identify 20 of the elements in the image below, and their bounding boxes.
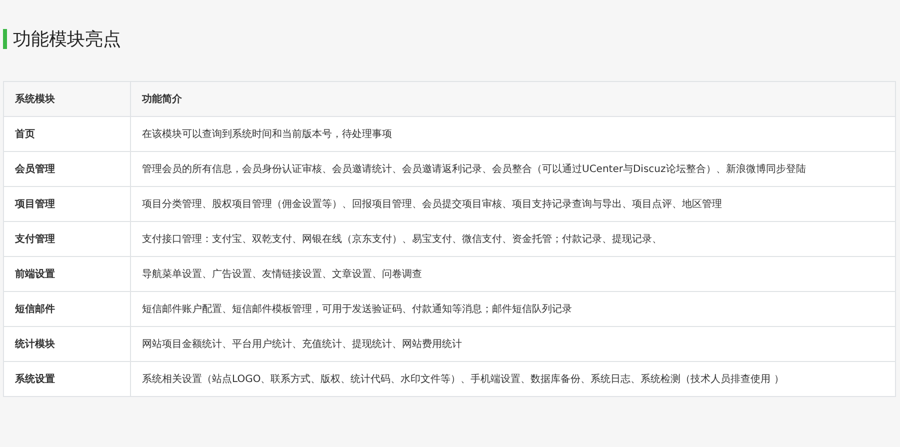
- module-cell: 会员管理: [4, 152, 130, 186]
- description-cell: 在该模块可以查询到系统时间和当前版本号，待处理事项: [130, 116, 896, 152]
- description-cell: 项目分类管理、股权项目管理（佣金设置等）、回报项目管理、会员提交项目审核、项目支持记录查询与导出、项目点评、地区管理: [130, 186, 896, 222]
- column-header: 功能简介: [130, 82, 896, 116]
- accent-bar: [3, 29, 7, 49]
- column-header: 系统模块: [4, 82, 130, 116]
- module-cell: 系统设置: [4, 362, 130, 396]
- description-cell: 管理会员的所有信息，会员身份认证审核、会员邀请统计、会员邀请返利记录、会员整合（可以通过UCenter与Discuz论坛整合）、新浪微博同步登陆: [130, 152, 896, 186]
- module-cell: 前端设置: [4, 256, 130, 292]
- module-cell: 统计模块: [4, 326, 130, 362]
- description-cell: 系统相关设置（站点LOGO、联系方式、版权、统计代码、水印文件等）、手机端设置、数据库备份、系统日志、系统检测（技术人员排查使用 ）: [130, 362, 896, 396]
- description-cell: 短信邮件账户配置、短信邮件模板管理，可用于发送验证码、付款通知等消息；邮件短信队列记录: [130, 292, 896, 326]
- description-cell: 支付接口管理：支付宝、双乾支付、网银在线（京东支付）、易宝支付、微信支付、资金托管；付款记录、提现记录、: [130, 222, 896, 256]
- description-cell: 网站项目金额统计、平台用户统计、充值统计、提现统计、网站费用统计: [130, 326, 896, 362]
- module-cell: 短信邮件: [4, 292, 130, 326]
- description-cell: 导航菜单设置、广告设置、友情链接设置、文章设置、问卷调查: [130, 256, 896, 292]
- module-cell: 项目管理: [4, 186, 130, 222]
- module-cell: 首页: [4, 116, 130, 152]
- module-cell: 支付管理: [4, 222, 130, 256]
- section-heading: 功能模块亮点: [13, 28, 121, 51]
